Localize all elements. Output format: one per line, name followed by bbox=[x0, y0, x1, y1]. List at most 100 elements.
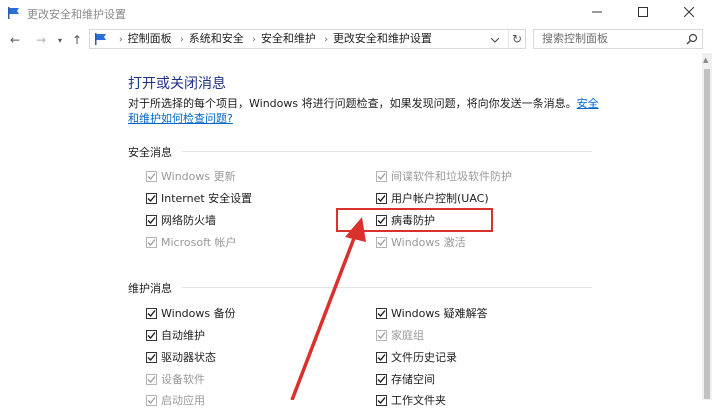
refresh-icon: ↻ bbox=[511, 32, 523, 46]
checkbox-label: 存储空间 bbox=[391, 373, 435, 386]
refresh-button[interactable]: ↻ bbox=[508, 30, 525, 48]
maximize-button[interactable] bbox=[620, 0, 666, 27]
address-bar[interactable]: › 控制面板 › 系统和安全 › 安全和维护 › 更改安全和维护设置 ↻ bbox=[89, 29, 526, 49]
checkmark-icon bbox=[146, 192, 157, 204]
checkbox-label: Windows 备份 bbox=[161, 307, 236, 320]
maintenance-section-heading: 维护消息 bbox=[128, 280, 592, 296]
breadcrumb-separator-icon: › bbox=[119, 35, 123, 45]
back-button[interactable]: ← bbox=[6, 31, 24, 49]
breadcrumb: › 控制面板 › 系统和安全 › 安全和维护 › 更改安全和维护设置 bbox=[114, 30, 432, 48]
checkbox-storage-spaces[interactable]: 存储空间 bbox=[376, 371, 435, 387]
checkbox-label: 启动应用 bbox=[161, 394, 205, 407]
checkmark-icon bbox=[376, 351, 387, 363]
checkbox-label: Internet 安全设置 bbox=[161, 192, 253, 205]
checkbox-label: 家庭组 bbox=[391, 329, 424, 342]
checkmark-icon bbox=[146, 351, 157, 363]
checkbox-windows-backup[interactable]: Windows 备份 bbox=[146, 305, 236, 321]
checkmark-icon bbox=[146, 170, 157, 182]
close-icon bbox=[683, 6, 695, 20]
forward-arrow-icon: → bbox=[35, 33, 47, 47]
control-panel-flag-icon bbox=[7, 6, 21, 23]
up-button[interactable]: ↑ bbox=[68, 31, 86, 49]
checkbox-label: 用户帐户控制(UAC) bbox=[391, 192, 489, 205]
minimize-button[interactable] bbox=[574, 0, 620, 27]
breadcrumb-item-current[interactable]: 更改安全和维护设置 bbox=[333, 32, 432, 45]
breadcrumb-item-security-maintenance[interactable]: 安全和维护 bbox=[261, 32, 316, 45]
vertical-scrollbar[interactable]: ▲ bbox=[702, 53, 712, 400]
breadcrumb-separator-icon: › bbox=[324, 35, 328, 45]
navigation-bar: ← → ▾ ↑ › 控制面板 › 系统和安全 › 安全和维护 › 更改安全和维护设置 ↻… bbox=[0, 27, 712, 53]
scrollbar-thumb[interactable] bbox=[704, 69, 710, 399]
breadcrumb-separator-icon: › bbox=[180, 35, 184, 45]
control-panel-flag-icon bbox=[94, 32, 108, 49]
checkbox-startup-apps[interactable]: 启动应用 bbox=[146, 392, 205, 408]
checkbox-label: 驱动器状态 bbox=[161, 351, 216, 364]
checkbox-windows-troubleshooting[interactable]: Windows 疑难解答 bbox=[376, 305, 488, 321]
checkmark-icon bbox=[376, 192, 387, 204]
checkbox-file-history[interactable]: 文件历史记录 bbox=[376, 349, 457, 365]
description-text: 对于所选择的每个项目，Windows 将进行问题检查，如果发现问题，将向你发送一… bbox=[128, 97, 577, 110]
recent-locations-button[interactable]: ▾ bbox=[51, 31, 69, 49]
checkmark-icon bbox=[146, 236, 157, 248]
checkbox-windows-activation[interactable]: Windows 激活 bbox=[376, 234, 466, 250]
checkmark-icon bbox=[376, 329, 387, 341]
maximize-icon bbox=[638, 7, 648, 20]
title-bar: 更改安全和维护设置 bbox=[0, 0, 712, 27]
checkmark-icon bbox=[146, 214, 157, 226]
checkmark-icon bbox=[146, 329, 157, 341]
checkbox-auto-maintenance[interactable]: 自动维护 bbox=[146, 327, 205, 343]
close-button[interactable] bbox=[666, 0, 712, 27]
security-section-heading: 安全消息 bbox=[128, 144, 592, 160]
main-content: 打开或关闭消息 对于所选择的每个项目，Windows 将进行问题检查，如果发现问… bbox=[0, 53, 702, 407]
checkbox-label: Windows 激活 bbox=[391, 236, 466, 249]
checkbox-device-software[interactable]: 设备软件 bbox=[146, 371, 205, 387]
checkmark-icon bbox=[376, 170, 387, 182]
checkbox-work-folders[interactable]: 工作文件夹 bbox=[376, 392, 446, 408]
search-icon bbox=[686, 33, 698, 48]
address-dropdown-button[interactable] bbox=[487, 30, 503, 48]
checkbox-microsoft-account[interactable]: Microsoft 帐户 bbox=[146, 234, 237, 250]
checkbox-label: 设备软件 bbox=[161, 373, 205, 386]
checkmark-icon bbox=[376, 307, 387, 319]
minimize-icon bbox=[592, 7, 602, 20]
forward-button[interactable]: → bbox=[32, 31, 50, 49]
checkmark-icon bbox=[146, 373, 157, 385]
checkbox-label: Windows 疑难解答 bbox=[391, 307, 488, 320]
checkbox-windows-update[interactable]: Windows 更新 bbox=[146, 168, 236, 184]
checkmark-icon bbox=[376, 373, 387, 385]
breadcrumb-item-control-panel[interactable]: 控制面板 bbox=[128, 32, 172, 45]
checkbox-spyware-protection[interactable]: 间谍软件和垃圾软件防护 bbox=[376, 168, 512, 184]
breadcrumb-separator-icon: › bbox=[252, 35, 256, 45]
checkmark-icon bbox=[146, 307, 157, 319]
up-arrow-icon: ↑ bbox=[71, 33, 83, 47]
checkbox-network-firewall[interactable]: 网络防火墙 bbox=[146, 212, 216, 228]
scroll-up-icon[interactable]: ▲ bbox=[703, 56, 708, 64]
back-arrow-icon: ← bbox=[9, 33, 21, 47]
checkbox-label: Microsoft 帐户 bbox=[161, 236, 237, 249]
checkbox-label: 间谍软件和垃圾软件防护 bbox=[391, 170, 512, 183]
chevron-down-icon bbox=[490, 33, 500, 46]
search-placeholder: 搜索控制面板 bbox=[542, 32, 608, 45]
search-input[interactable]: 搜索控制面板 bbox=[533, 29, 703, 49]
breadcrumb-item-system-security[interactable]: 系统和安全 bbox=[189, 32, 244, 45]
page-description: 对于所选择的每个项目，Windows 将进行问题检查，如果发现问题，将向你发送一… bbox=[128, 96, 608, 126]
checkbox-internet-security[interactable]: Internet 安全设置 bbox=[146, 190, 252, 206]
checkbox-label: 自动维护 bbox=[161, 329, 205, 342]
checkbox-label: 网络防火墙 bbox=[161, 214, 216, 227]
checkbox-drive-status[interactable]: 驱动器状态 bbox=[146, 349, 216, 365]
checkbox-homegroup[interactable]: 家庭组 bbox=[376, 327, 424, 343]
security-heading-text: 安全消息 bbox=[128, 146, 172, 159]
checkbox-label: 工作文件夹 bbox=[391, 394, 446, 407]
window-title: 更改安全和维护设置 bbox=[27, 8, 126, 21]
checkbox-uac[interactable]: 用户帐户控制(UAC) bbox=[376, 190, 489, 206]
checkmark-icon bbox=[376, 394, 387, 406]
section-divider bbox=[182, 287, 592, 288]
checkbox-label: Windows 更新 bbox=[161, 170, 236, 183]
page-title: 打开或关闭消息 bbox=[128, 76, 226, 92]
annotation-highlight-box bbox=[336, 208, 493, 232]
checkmark-icon bbox=[146, 394, 157, 406]
checkmark-icon bbox=[376, 236, 387, 248]
checkbox-label: 文件历史记录 bbox=[391, 351, 457, 364]
maintenance-heading-text: 维护消息 bbox=[128, 282, 172, 295]
chevron-down-icon: ▾ bbox=[57, 35, 62, 45]
